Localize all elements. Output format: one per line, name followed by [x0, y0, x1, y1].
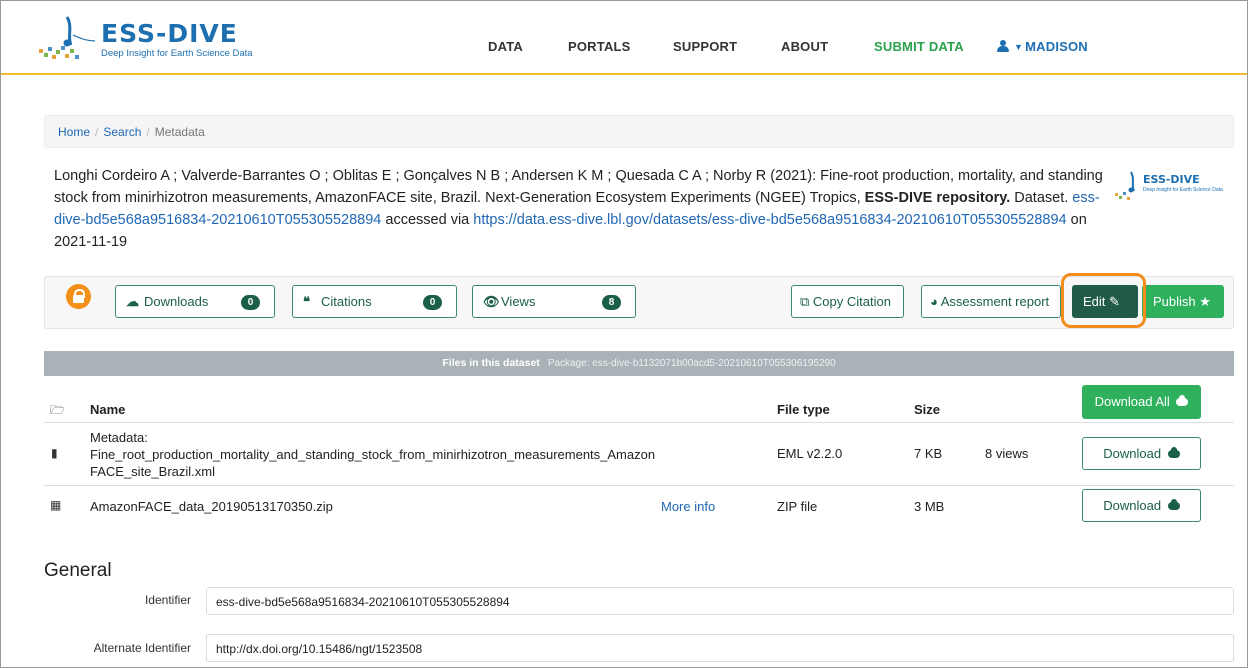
breadcrumb-separator: /	[95, 125, 99, 139]
user-menu-label: MADISON	[1025, 39, 1088, 54]
nav-data[interactable]: DATA	[488, 39, 523, 54]
downloads-count: 0	[241, 295, 260, 310]
citation-repository: ESS-DIVE repository.	[864, 190, 1011, 206]
table-row: ▮ Metadata: Fine_root_production_mortali…	[44, 423, 1234, 486]
file-size: 7 KB	[914, 446, 943, 461]
logo-subtitle: Deep Insight for Earth Science Data	[101, 48, 253, 59]
alternate-identifier-label: Alternate Identifier	[93, 641, 191, 655]
views-label: Views	[501, 294, 536, 309]
logo-mark-icon	[39, 16, 96, 59]
citations-count: 0	[423, 295, 442, 310]
file-name-line: FACE_site_Brazil.xml	[90, 464, 215, 479]
citation-text: Longhi Cordeiro A ; Valverde-Barrantes O…	[54, 165, 1114, 253]
logo-mark-icon	[1115, 171, 1135, 200]
breadcrumb-search[interactable]: Search	[103, 125, 141, 139]
assessment-report-button[interactable]: ◕ Assessment report	[921, 285, 1061, 318]
citation-dataset-text: Dataset.	[1010, 190, 1073, 206]
user-menu[interactable]: ▼ MADISON	[996, 39, 1088, 54]
cloud-download-icon	[1167, 447, 1180, 458]
nav-about[interactable]: ABOUT	[781, 39, 828, 54]
citation-accessed-via: accessed via	[381, 212, 474, 228]
breadcrumb-home[interactable]: Home	[58, 125, 90, 139]
logo-title: ESS-DIVE	[101, 19, 238, 48]
publish-button[interactable]: Publish ★	[1142, 285, 1224, 318]
downloads-label: Downloads	[144, 294, 209, 309]
star-icon: ★	[1199, 294, 1211, 309]
breadcrumb-current: Metadata	[154, 125, 205, 139]
user-icon	[996, 40, 1010, 52]
nav-submit-data[interactable]: SUBMIT DATA	[874, 39, 964, 54]
download-button[interactable]: Download	[1082, 437, 1201, 470]
cloud-download-icon: ☁	[126, 294, 139, 309]
download-all-label: Download All	[1094, 394, 1170, 409]
file-name[interactable]: AmazonFACE_data_20190513170350.zip	[90, 499, 333, 514]
ess-dive-logo[interactable]: ESS-DIVE Deep Insight for Earth Science …	[37, 13, 267, 65]
publish-label: Publish	[1153, 294, 1196, 309]
site-header: ESS-DIVE Deep Insight for Earth Science …	[1, 1, 1247, 75]
edit-highlight-annotation	[1061, 273, 1146, 328]
package-label: Package: ess-dive-b1132071b00acd5-202106…	[547, 358, 836, 369]
copy-icon: ⧉	[800, 294, 810, 309]
table-icon: ▦	[50, 498, 62, 512]
citation-url-link[interactable]: https://data.ess-dive.lbl.gov/datasets/e…	[473, 212, 1066, 228]
download-button[interactable]: Download	[1082, 489, 1201, 522]
citation-logo: ESS-DIVE Deep Insight for Earth Science …	[1113, 169, 1223, 205]
table-row: ▦ AmazonFACE_data_20190513170350.zip Mor…	[44, 486, 1234, 526]
identifier-value[interactable]: ess-dive-bd5e568a9516834-20210610T055305…	[206, 587, 1234, 615]
column-size: Size	[914, 402, 941, 417]
eye-icon: 👁	[483, 294, 500, 309]
citation-logo-title: ESS-DIVE	[1143, 173, 1200, 186]
nav-portals[interactable]: PORTALS	[568, 39, 631, 54]
files-table-header: 🗁 Name File type Size	[44, 395, 1234, 423]
assessment-report-label: Assessment report	[940, 294, 1050, 309]
downloads-metric[interactable]: ☁ Downloads 0	[115, 285, 275, 318]
citations-metric[interactable]: ❝ Citations 0	[292, 285, 457, 318]
cloud-download-icon	[1167, 499, 1180, 510]
column-file-type: File type	[777, 402, 830, 417]
general-section-title: General	[44, 560, 112, 581]
alternate-identifier-value[interactable]: http://dx.doi.org/10.15486/ngt/1523508	[206, 634, 1234, 662]
files-header: Files in this dataset Package: ess-dive-b…	[44, 351, 1234, 376]
file-name-line: Metadata:	[90, 430, 148, 445]
file-type: EML v2.2.0	[777, 446, 843, 461]
file-views: 8 views	[985, 446, 1029, 461]
file-icon: ▮	[51, 446, 58, 460]
quote-icon: ❝	[303, 294, 310, 309]
download-label: Download	[1103, 446, 1162, 461]
views-count: 8	[602, 295, 621, 310]
breadcrumb-separator: /	[146, 125, 150, 139]
download-label: Download	[1103, 498, 1162, 513]
breadcrumb: Home / Search / Metadata	[44, 115, 1234, 148]
more-info-link[interactable]: More info	[661, 499, 715, 514]
dashboard-icon: ◕	[930, 294, 938, 309]
views-metric[interactable]: 👁Views 8	[472, 285, 636, 318]
identifier-label: Identifier	[144, 593, 191, 607]
copy-citation-button[interactable]: ⧉ Copy Citation	[791, 285, 904, 318]
more-info-label: More info	[661, 499, 716, 514]
cloud-download-icon	[1176, 395, 1189, 406]
lock-icon[interactable]	[66, 284, 91, 309]
column-name: Name	[90, 402, 126, 417]
citation-logo-subtitle: Deep Insight for Earth Science Data	[1143, 187, 1223, 193]
file-name[interactable]: Metadata: Fine_root_production_mortality…	[90, 429, 655, 480]
file-type: ZIP file	[777, 499, 818, 514]
file-size: 3 MB	[914, 499, 945, 514]
files-header-title: Files in this dataset	[442, 357, 540, 369]
page: ESS-DIVE Deep Insight for Earth Science …	[0, 0, 1248, 668]
citations-label: Citations	[321, 294, 372, 309]
folder-icon: 🗁	[50, 403, 65, 417]
nav-support[interactable]: SUPPORT	[673, 39, 737, 54]
caret-down-icon: ▼	[1014, 42, 1024, 52]
download-all-button[interactable]: Download All	[1082, 385, 1201, 419]
file-name-line: Fine_root_production_mortality_and_stand…	[90, 447, 656, 462]
copy-citation-label: Copy Citation	[812, 294, 891, 309]
